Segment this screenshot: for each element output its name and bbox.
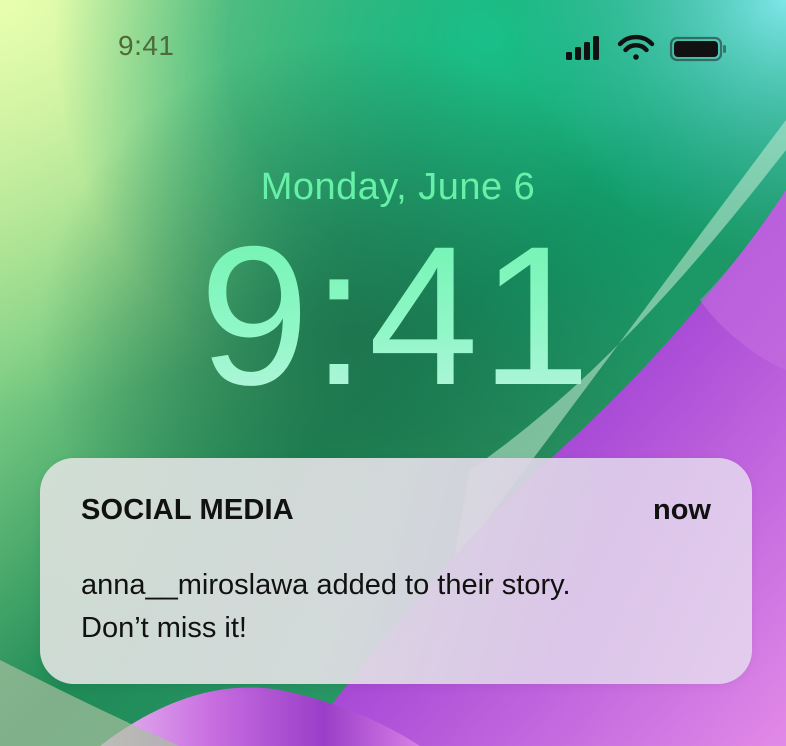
status-bar-time: 9:41 [118,30,175,61]
notification-card[interactable]: SOCIAL MEDIA now anna__miroslawa added t… [40,458,752,684]
notification-message-line: Don’t miss it! [81,612,247,644]
battery-icon [669,36,726,62]
notification-timestamp: now [653,494,711,526]
notification-message-line: anna__miroslawa added to their story. [81,569,571,601]
status-icons [566,34,726,62]
notification-app-name: SOCIAL MEDIA [81,494,294,526]
cellular-signal-icon [566,36,599,60]
notification-message: anna__miroslawa added to their story. Do… [81,564,721,650]
wifi-icon [617,34,655,60]
lock-screen: 9:41 Monday, June 6 9:41 SOCIAL MEDIA no… [0,0,786,746]
lock-screen-date: Monday, June 6 [260,166,536,208]
lock-screen-time: 9:41 [0,216,786,416]
status-bar: 9:41 [0,0,786,96]
